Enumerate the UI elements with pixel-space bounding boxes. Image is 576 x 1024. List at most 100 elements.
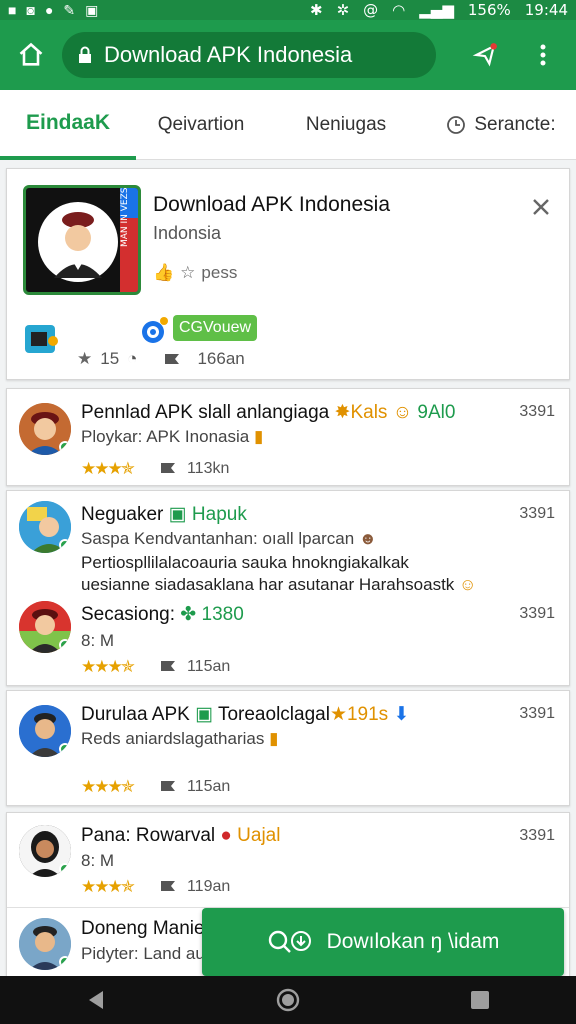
tab-2[interactable]: Neniugas bbox=[266, 90, 426, 160]
tab-3[interactable]: Serancte: bbox=[426, 90, 576, 160]
url-text: Download APK Indonesia bbox=[104, 42, 353, 67]
camera-app-icon bbox=[25, 325, 59, 360]
avatar bbox=[19, 501, 71, 553]
back-icon[interactable] bbox=[85, 989, 107, 1011]
wifi-icon: ◠ bbox=[392, 1, 406, 19]
item-meta: ★★★✯ 119an bbox=[81, 877, 230, 897]
rating-stars: ★★★✯ bbox=[81, 777, 135, 796]
star-outline-icon: ☆ bbox=[180, 263, 196, 282]
rating-stars: ★★★✯ bbox=[81, 877, 135, 896]
burst-icon: ✸ bbox=[334, 402, 351, 423]
featured-stats: ★ 15 ◔ 166an bbox=[77, 349, 245, 369]
search-download-icon bbox=[268, 930, 311, 953]
bottle-icon: ▮ bbox=[269, 729, 279, 748]
face-icon: ☻ bbox=[358, 529, 377, 548]
item-size: 119an bbox=[186, 878, 231, 895]
item-badge-2: 191s bbox=[346, 704, 389, 725]
list-item[interactable]: Durulaa APK ▣ Toreaolclagal★191s ⬇ 3391 … bbox=[7, 691, 569, 807]
item-subtitle: 8: M bbox=[81, 631, 115, 650]
lock-icon bbox=[78, 46, 92, 64]
featured-app-card[interactable]: MAN IN VEZS Download APK Indonesia Indon… bbox=[6, 168, 570, 380]
sync-icon: @ bbox=[363, 1, 379, 19]
image-icon: ▣ bbox=[85, 1, 99, 18]
url-bar[interactable]: Download APK Indonesia bbox=[62, 32, 436, 78]
item-badge: Uajal bbox=[237, 825, 281, 846]
item-badge-2: 9Al0 bbox=[417, 402, 456, 423]
avatar bbox=[19, 825, 71, 877]
featured-rating: 15 bbox=[100, 349, 120, 368]
overflow-menu-button[interactable] bbox=[514, 20, 572, 90]
item-badge: Hapuk bbox=[191, 504, 247, 525]
message-icon: ● bbox=[44, 1, 54, 18]
rating-stars: ★★★✯ bbox=[81, 657, 135, 676]
flag-icon bbox=[159, 460, 177, 478]
item-count: 3391 bbox=[519, 827, 555, 844]
emoji-icon: ☺ bbox=[392, 402, 413, 423]
flag-icon bbox=[159, 878, 177, 896]
featured-press: pess bbox=[201, 263, 238, 282]
rating-stars: ★★★✯ bbox=[81, 459, 135, 478]
flag-icon bbox=[159, 778, 177, 796]
item-count: 3391 bbox=[519, 505, 555, 522]
list-card: Durulaa APK ▣ Toreaolclagal★191s ⬇ 3391 … bbox=[6, 690, 570, 806]
sprout-icon: ✤ bbox=[180, 604, 197, 625]
share-icon bbox=[472, 43, 497, 67]
featured-subtitle: Indonsia bbox=[153, 223, 222, 243]
tool-icon: ✎ bbox=[63, 1, 76, 18]
list-item[interactable]: Neguaker ▣ Hapuk 3391 Saspa Kendvantanha… bbox=[7, 491, 569, 594]
item-title: Durulaa APK ▣ Toreaolclagal★191s ⬇ bbox=[81, 704, 410, 725]
item-count: 3391 bbox=[519, 705, 555, 722]
more-vert-icon bbox=[540, 44, 546, 66]
featured-app-icon: MAN IN VEZS bbox=[23, 185, 141, 295]
chat-icon: ▣ bbox=[195, 704, 214, 725]
item-size: 113kn bbox=[186, 460, 230, 477]
item-subtitle: Reds aniardslagatharias ▮ bbox=[81, 729, 279, 748]
download-button[interactable]: Dowılokan ŋ \idam bbox=[202, 908, 564, 976]
item-size: 115an bbox=[186, 778, 231, 795]
share-button[interactable] bbox=[456, 20, 514, 90]
battery-level: 156% bbox=[467, 1, 511, 19]
star-badge-icon: ★ bbox=[329, 704, 347, 725]
bottle-icon: ▮ bbox=[253, 427, 264, 446]
notification-icon: ■ bbox=[8, 1, 17, 18]
clock-icon bbox=[446, 115, 466, 135]
featured-tag[interactable]: CGVouew bbox=[173, 315, 258, 341]
item-description-1: Pertiospllilalacoauria sauka hnokngiakal… bbox=[81, 553, 409, 572]
item-badge: Toreaolclagal bbox=[217, 704, 330, 725]
featured-icon-text: MAN IN VEZS bbox=[120, 188, 130, 247]
flag-icon bbox=[163, 349, 181, 369]
avatar bbox=[19, 403, 71, 455]
settings-badge-icon bbox=[139, 314, 171, 351]
avatar bbox=[19, 705, 71, 757]
list-item[interactable]: Pennlad APK slall anlangiaga ✸Kals ☺ 9Al… bbox=[7, 389, 569, 489]
item-meta: ★★★✯ 115an bbox=[81, 777, 230, 797]
list-item[interactable]: Secasiong: ✤ 1380 3391 8: M ★★★✯ 115an bbox=[7, 591, 569, 687]
app-icon: ◙ bbox=[26, 1, 35, 18]
clock: 19:44 bbox=[524, 1, 568, 19]
item-badge: Kals bbox=[350, 402, 388, 423]
item-count: 3391 bbox=[519, 605, 555, 622]
star-icon: ★ bbox=[77, 349, 93, 368]
featured-press-row: 👍 ☆ pess bbox=[153, 263, 237, 283]
tab-0[interactable]: EindaaK bbox=[0, 90, 136, 160]
item-meta: ★★★✯ 113kn bbox=[81, 459, 229, 479]
item-subtitle: 8: M bbox=[81, 851, 115, 870]
thumbs-up-icon: 👍 bbox=[153, 263, 175, 282]
tomato-icon: ● bbox=[220, 825, 232, 846]
item-title: Neguaker ▣ Hapuk bbox=[81, 504, 247, 525]
home-nav-icon[interactable] bbox=[276, 988, 300, 1012]
recents-icon[interactable] bbox=[469, 989, 491, 1011]
bluetooth-icon: ✱ bbox=[310, 1, 323, 19]
tab-bar: EindaaK Qeivartion Neniugas Serancte: bbox=[0, 90, 576, 160]
pie-icon: ◔ bbox=[127, 349, 138, 368]
item-badge: 1380 bbox=[201, 604, 244, 625]
close-icon[interactable] bbox=[529, 195, 553, 219]
tab-1[interactable]: Qeivartion bbox=[136, 90, 266, 160]
system-nav-bar bbox=[0, 976, 576, 1024]
list-item[interactable]: Pana: Rowarval ● Uajal 3391 8: M ★★★✯ 11… bbox=[7, 813, 569, 907]
download-button-label: Dowılokan ŋ \idam bbox=[326, 930, 500, 953]
home-button[interactable] bbox=[0, 20, 62, 90]
item-subtitle: Ploykar: APK Inonasia ▮ bbox=[81, 427, 264, 446]
item-subtitle: Pidyter: Land au bbox=[81, 944, 205, 963]
item-count: 3391 bbox=[519, 403, 555, 420]
